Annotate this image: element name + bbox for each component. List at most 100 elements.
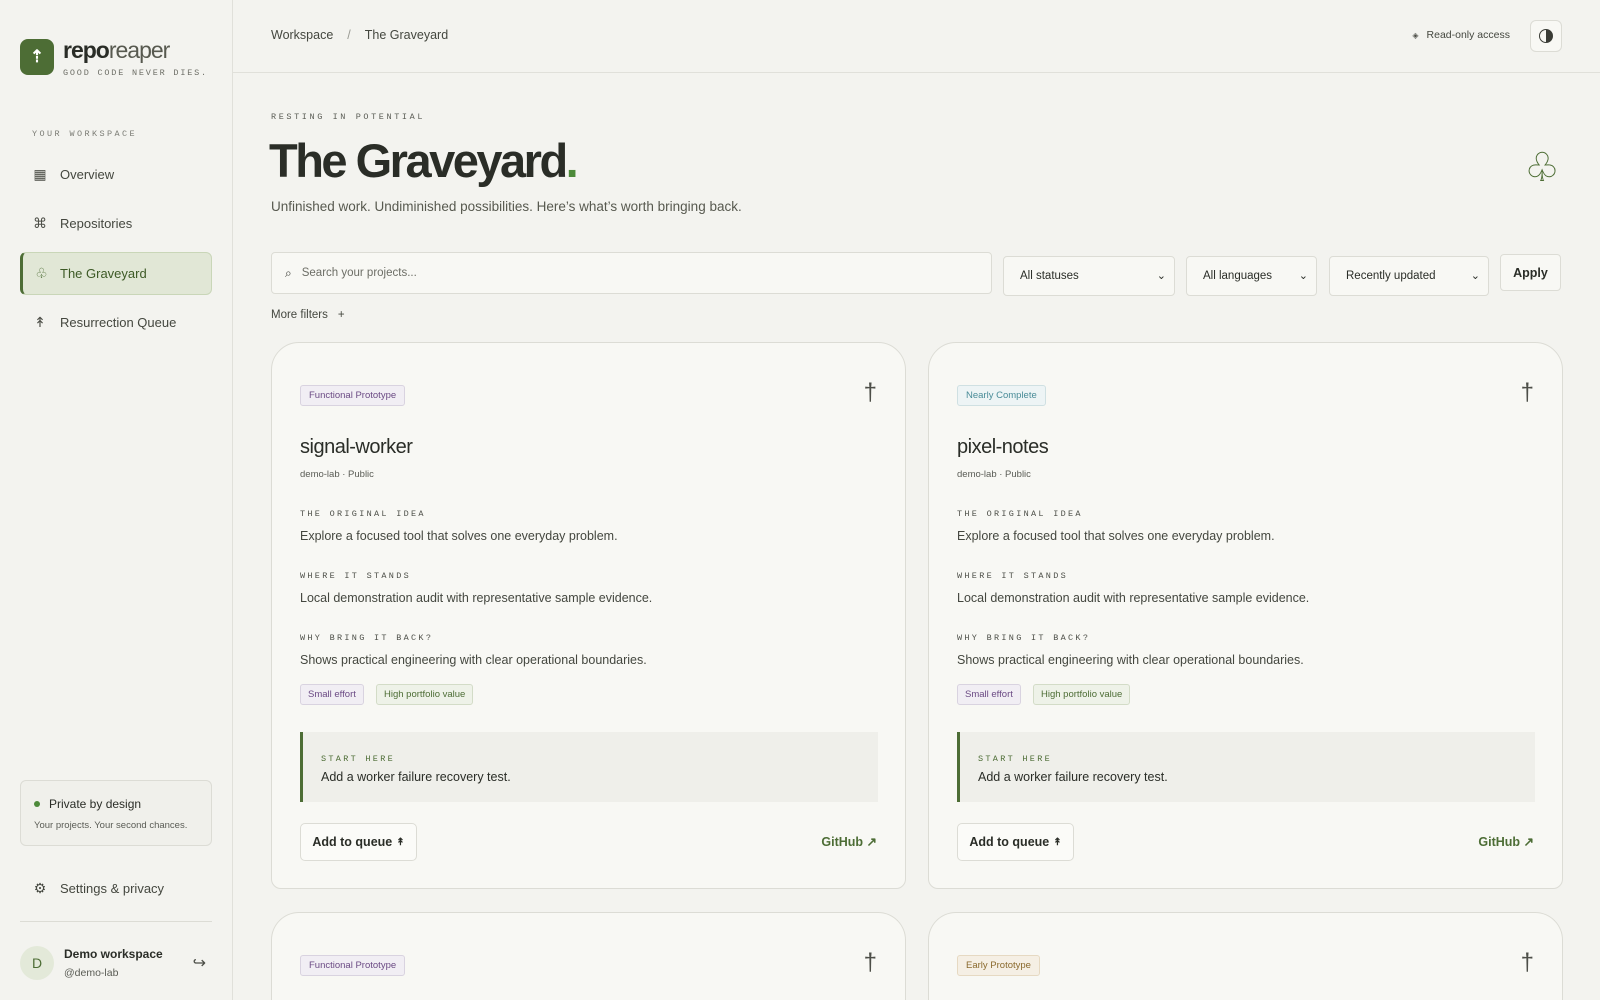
arrow-up-icon: ↟ — [34, 314, 46, 330]
start-text: Add a worker failure recovery test. — [321, 770, 511, 784]
contrast-icon — [1539, 29, 1553, 43]
more-filters-label: More filters — [271, 309, 328, 321]
chevron-down-icon: ⌄ — [1470, 270, 1480, 282]
start-label: START HERE — [321, 754, 396, 764]
value-tag: High portfolio value — [376, 684, 474, 705]
project-card: Functional Prototype † signal-worker dem… — [271, 342, 906, 889]
cross-icon: † — [863, 949, 877, 976]
project-meta: demo-lab · Public — [300, 469, 374, 480]
sidebar-item-label: Overview — [60, 167, 115, 182]
access-indicator: ◈ Read-only access — [1412, 29, 1510, 41]
status-badge: Functional Prototype — [300, 955, 406, 976]
clover-icon: ♧ — [1524, 146, 1560, 190]
project-name: pixel-notes — [957, 436, 1049, 458]
start-label: START HERE — [978, 754, 1053, 764]
start-here-box: START HERE Add a worker failure recovery… — [957, 732, 1535, 802]
chevron-down-icon: ⌄ — [1156, 270, 1166, 282]
project-card: Nearly Complete † pixel-notes demo-lab ·… — [928, 342, 1563, 889]
status-badge: Early Prototype — [957, 955, 1040, 976]
settings-label: Settings & privacy — [60, 880, 165, 896]
cross-icon: † — [1520, 949, 1534, 976]
stands-text: Local demonstration audit with represent… — [300, 591, 653, 605]
cross-icon: † — [863, 379, 877, 406]
avatar[interactable]: D — [20, 946, 54, 980]
private-subtitle: Your projects. Your second chances. — [34, 820, 188, 831]
brand-name: reporeaper — [63, 37, 170, 63]
account: D Demo workspace @demo-lab ↪ — [20, 941, 212, 985]
idea-label: THE ORIGINAL IDEA — [957, 509, 1083, 519]
github-link[interactable]: GitHub ↗ — [1478, 834, 1534, 849]
status-dot — [34, 801, 40, 807]
idea-text: Explore a focused tool that solves one e… — [957, 529, 1275, 543]
chevron-down-icon: ⌄ — [1298, 270, 1308, 282]
why-label: WHY BRING IT BACK? — [957, 633, 1091, 643]
status-select-value: All statuses — [1020, 270, 1079, 282]
project-name: signal-worker — [300, 436, 413, 458]
sidebar-section-label: YOUR WORKSPACE — [32, 129, 138, 139]
effort-tag: Small effort — [300, 684, 364, 705]
sidebar-item-label: Repositories — [60, 216, 133, 231]
breadcrumb-graveyard: The Graveyard — [364, 28, 449, 42]
sidebar-item-resurrection-queue[interactable]: ↟ Resurrection Queue — [20, 301, 212, 344]
logout-icon[interactable]: ↪ — [193, 953, 206, 973]
more-filters-toggle[interactable]: More filters + — [271, 309, 345, 321]
diamond-icon: ◈ — [1412, 30, 1419, 40]
why-text: Shows practical engineering with clear o… — [300, 653, 647, 667]
sidebar-item-repositories[interactable]: ⌘ Repositories — [20, 202, 212, 245]
status-badge: Nearly Complete — [957, 385, 1046, 406]
language-select-value: All languages — [1203, 270, 1273, 282]
brand[interactable]: ⇡ reporeaper GOOD CODE NEVER DIES. — [20, 39, 208, 78]
command-icon: ⌘ — [33, 215, 47, 231]
breadcrumb-separator: / — [347, 28, 351, 42]
add-to-queue-button[interactable]: Add to queue ↟ — [300, 823, 417, 861]
value-tag: High portfolio value — [1033, 684, 1131, 705]
start-text: Add a worker failure recovery test. — [978, 770, 1168, 784]
github-link[interactable]: GitHub ↗ — [821, 834, 877, 849]
cross-icon: † — [1520, 379, 1534, 406]
search-icon: ⌕ — [285, 265, 292, 280]
idea-text: Explore a focused tool that solves one e… — [300, 529, 618, 543]
sidebar-item-label: Resurrection Queue — [60, 315, 177, 330]
arrow-up-icon: ↟ — [1053, 836, 1062, 848]
add-to-queue-button[interactable]: Add to queue ↟ — [957, 823, 1074, 861]
start-here-box: START HERE Add a worker failure recovery… — [300, 732, 878, 802]
theme-toggle-button[interactable] — [1530, 20, 1562, 52]
private-title: Private by design — [49, 797, 142, 811]
language-select[interactable]: All languages ⌄ — [1186, 256, 1317, 296]
status-select[interactable]: All statuses ⌄ — [1003, 256, 1175, 296]
sidebar-item-graveyard[interactable]: ♧ The Graveyard — [20, 252, 212, 295]
idea-label: THE ORIGINAL IDEA — [300, 509, 426, 519]
page-title: The Graveyard. — [269, 134, 579, 187]
arrow-up-icon: ⇡ — [20, 39, 54, 75]
access-label: Read-only access — [1426, 29, 1510, 41]
gear-icon: ⚙ — [33, 879, 47, 896]
private-notice: Private by design Your projects. Your se… — [20, 780, 212, 846]
effort-tag: Small effort — [957, 684, 1021, 705]
apply-button[interactable]: Apply — [1500, 254, 1561, 291]
divider — [20, 921, 212, 922]
stands-label: WHERE IT STANDS — [957, 571, 1069, 581]
search-field[interactable]: ⌕ — [271, 252, 992, 294]
project-card: Functional Prototype † — [271, 912, 906, 1000]
account-handle: @demo-lab — [64, 967, 119, 979]
breadcrumb: Workspace / The Graveyard — [271, 28, 448, 42]
sort-select[interactable]: Recently updated ⌄ — [1329, 256, 1489, 296]
status-badge: Functional Prototype — [300, 385, 406, 406]
top-bar: Workspace / The Graveyard ◈ Read-only ac… — [233, 0, 1600, 73]
page-subtitle: Unfinished work. Undiminished possibilit… — [271, 199, 742, 214]
why-text: Shows practical engineering with clear o… — [957, 653, 1304, 667]
sidebar-item-label: The Graveyard — [60, 266, 147, 281]
breadcrumb-workspace[interactable]: Workspace — [271, 28, 333, 42]
why-label: WHY BRING IT BACK? — [300, 633, 434, 643]
page-eyebrow: RESTING IN POTENTIAL — [271, 112, 426, 122]
sort-select-value: Recently updated — [1346, 270, 1436, 282]
settings-link[interactable]: ⚙ Settings & privacy — [20, 868, 212, 908]
grid-icon: ▦ — [33, 166, 47, 182]
stands-text: Local demonstration audit with represent… — [957, 591, 1310, 605]
arrow-up-icon: ↟ — [396, 836, 405, 848]
sidebar-item-overview[interactable]: ▦ Overview — [20, 153, 212, 196]
brand-tagline: GOOD CODE NEVER DIES. — [63, 68, 208, 78]
project-meta: demo-lab · Public — [957, 469, 1031, 480]
stands-label: WHERE IT STANDS — [300, 571, 412, 581]
search-input[interactable] — [301, 267, 942, 279]
